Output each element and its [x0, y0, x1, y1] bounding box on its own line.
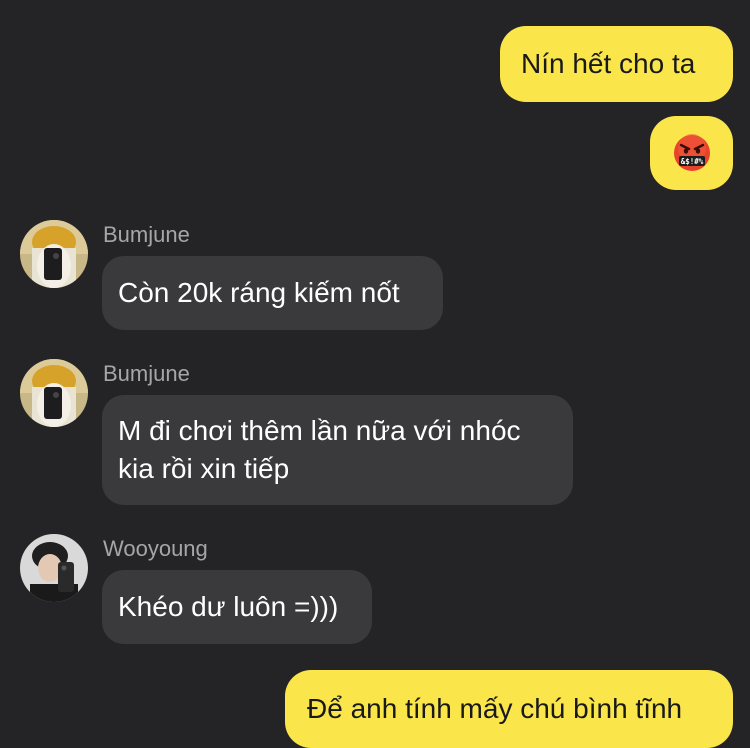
sender-name: Bumjune [103, 361, 190, 386]
incoming-message-bubble[interactable]: M đi chơi thêm lần nữa với nhóc kia rồi … [102, 395, 573, 505]
message-text-line: kia rồi xin tiếp [118, 453, 290, 484]
message-text: Khéo dư luôn =))) [118, 591, 339, 622]
outgoing-message-bubble[interactable]: Để anh tính mấy chú bình tĩnh [285, 670, 733, 748]
sender-name: Bumjune [103, 222, 190, 247]
incoming-message-bubble[interactable]: Khéo dư luôn =))) [102, 570, 372, 644]
message-text: Còn 20k ráng kiếm nốt [118, 277, 400, 308]
svg-text:&$!#%: &$!#% [680, 157, 703, 166]
outgoing-emoji-bubble[interactable]: &$!#% [650, 116, 733, 190]
avatar-wooyoung[interactable] [20, 534, 88, 602]
message-text: Để anh tính mấy chú bình tĩnh [307, 693, 683, 724]
outgoing-message-bubble[interactable]: Nín hết cho ta [500, 26, 733, 102]
message-text-line: M đi chơi thêm lần nữa với nhóc [118, 415, 521, 446]
avatar-bumjune[interactable] [20, 359, 88, 427]
incoming-message-bubble[interactable]: Còn 20k ráng kiếm nốt [102, 256, 443, 330]
avatar-bumjune[interactable] [20, 220, 88, 288]
cursing-face-icon: &$!#% [673, 134, 710, 171]
message-text: Nín hết cho ta [521, 48, 696, 79]
sender-name: Wooyoung [103, 536, 208, 561]
